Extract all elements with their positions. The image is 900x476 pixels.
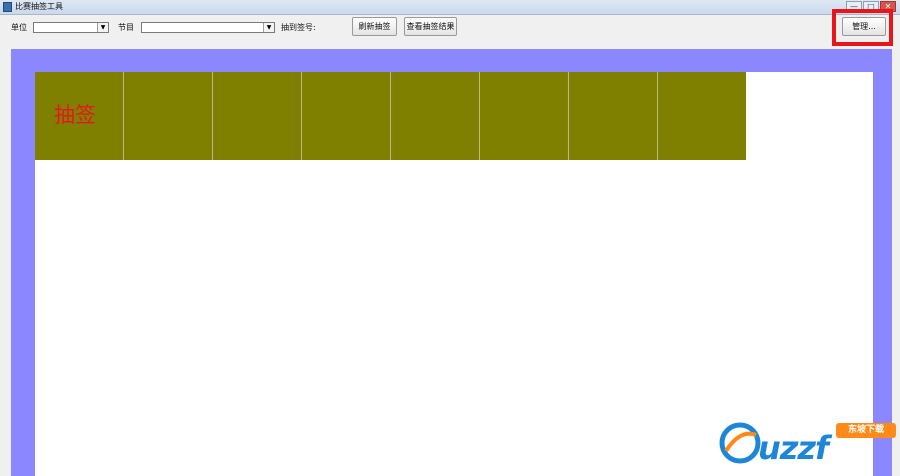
unit-label: 单位 (11, 23, 27, 32)
draw-cell[interactable] (569, 72, 658, 160)
toolbar: 单位 ▼ 节目 ▼ 抽到签号: 刷新抽签 查看抽签结果 管理... (0, 15, 900, 43)
draw-grid: 抽签 (35, 72, 746, 160)
draw-stage: 抽签 (11, 49, 892, 476)
logo-badge: 东坡下载 (836, 423, 896, 438)
watermark-logo: uzzf 东坡下载 (718, 415, 898, 476)
draw-cell-label: 抽签 (54, 103, 96, 127)
logo-mark-icon (719, 422, 761, 464)
draw-cell[interactable] (124, 72, 213, 160)
draw-cell[interactable] (480, 72, 569, 160)
draw-cell[interactable] (391, 72, 480, 160)
unit-dropdown[interactable]: ▼ (33, 22, 109, 33)
app-icon (3, 2, 12, 12)
program-dropdown[interactable]: ▼ (141, 22, 275, 33)
refresh-draw-button[interactable]: 刷新抽签 (352, 17, 397, 36)
window-title: 比赛抽签工具 (15, 2, 63, 11)
highlight-box (832, 9, 893, 46)
view-results-button[interactable]: 查看抽签结果 (404, 17, 457, 36)
logo-wordmark: uzzf (758, 429, 829, 467)
draw-cell[interactable] (658, 72, 746, 160)
title-bar: 比赛抽签工具 — □ ✕ (0, 0, 900, 15)
draw-cell[interactable] (213, 72, 302, 160)
draw-number-label: 抽到签号: (281, 23, 316, 32)
chevron-down-icon[interactable]: ▼ (263, 23, 274, 32)
chevron-down-icon[interactable]: ▼ (97, 23, 108, 32)
draw-cell[interactable] (302, 72, 391, 160)
program-label: 节目 (118, 23, 134, 32)
draw-cell[interactable]: 抽签 (35, 72, 124, 160)
